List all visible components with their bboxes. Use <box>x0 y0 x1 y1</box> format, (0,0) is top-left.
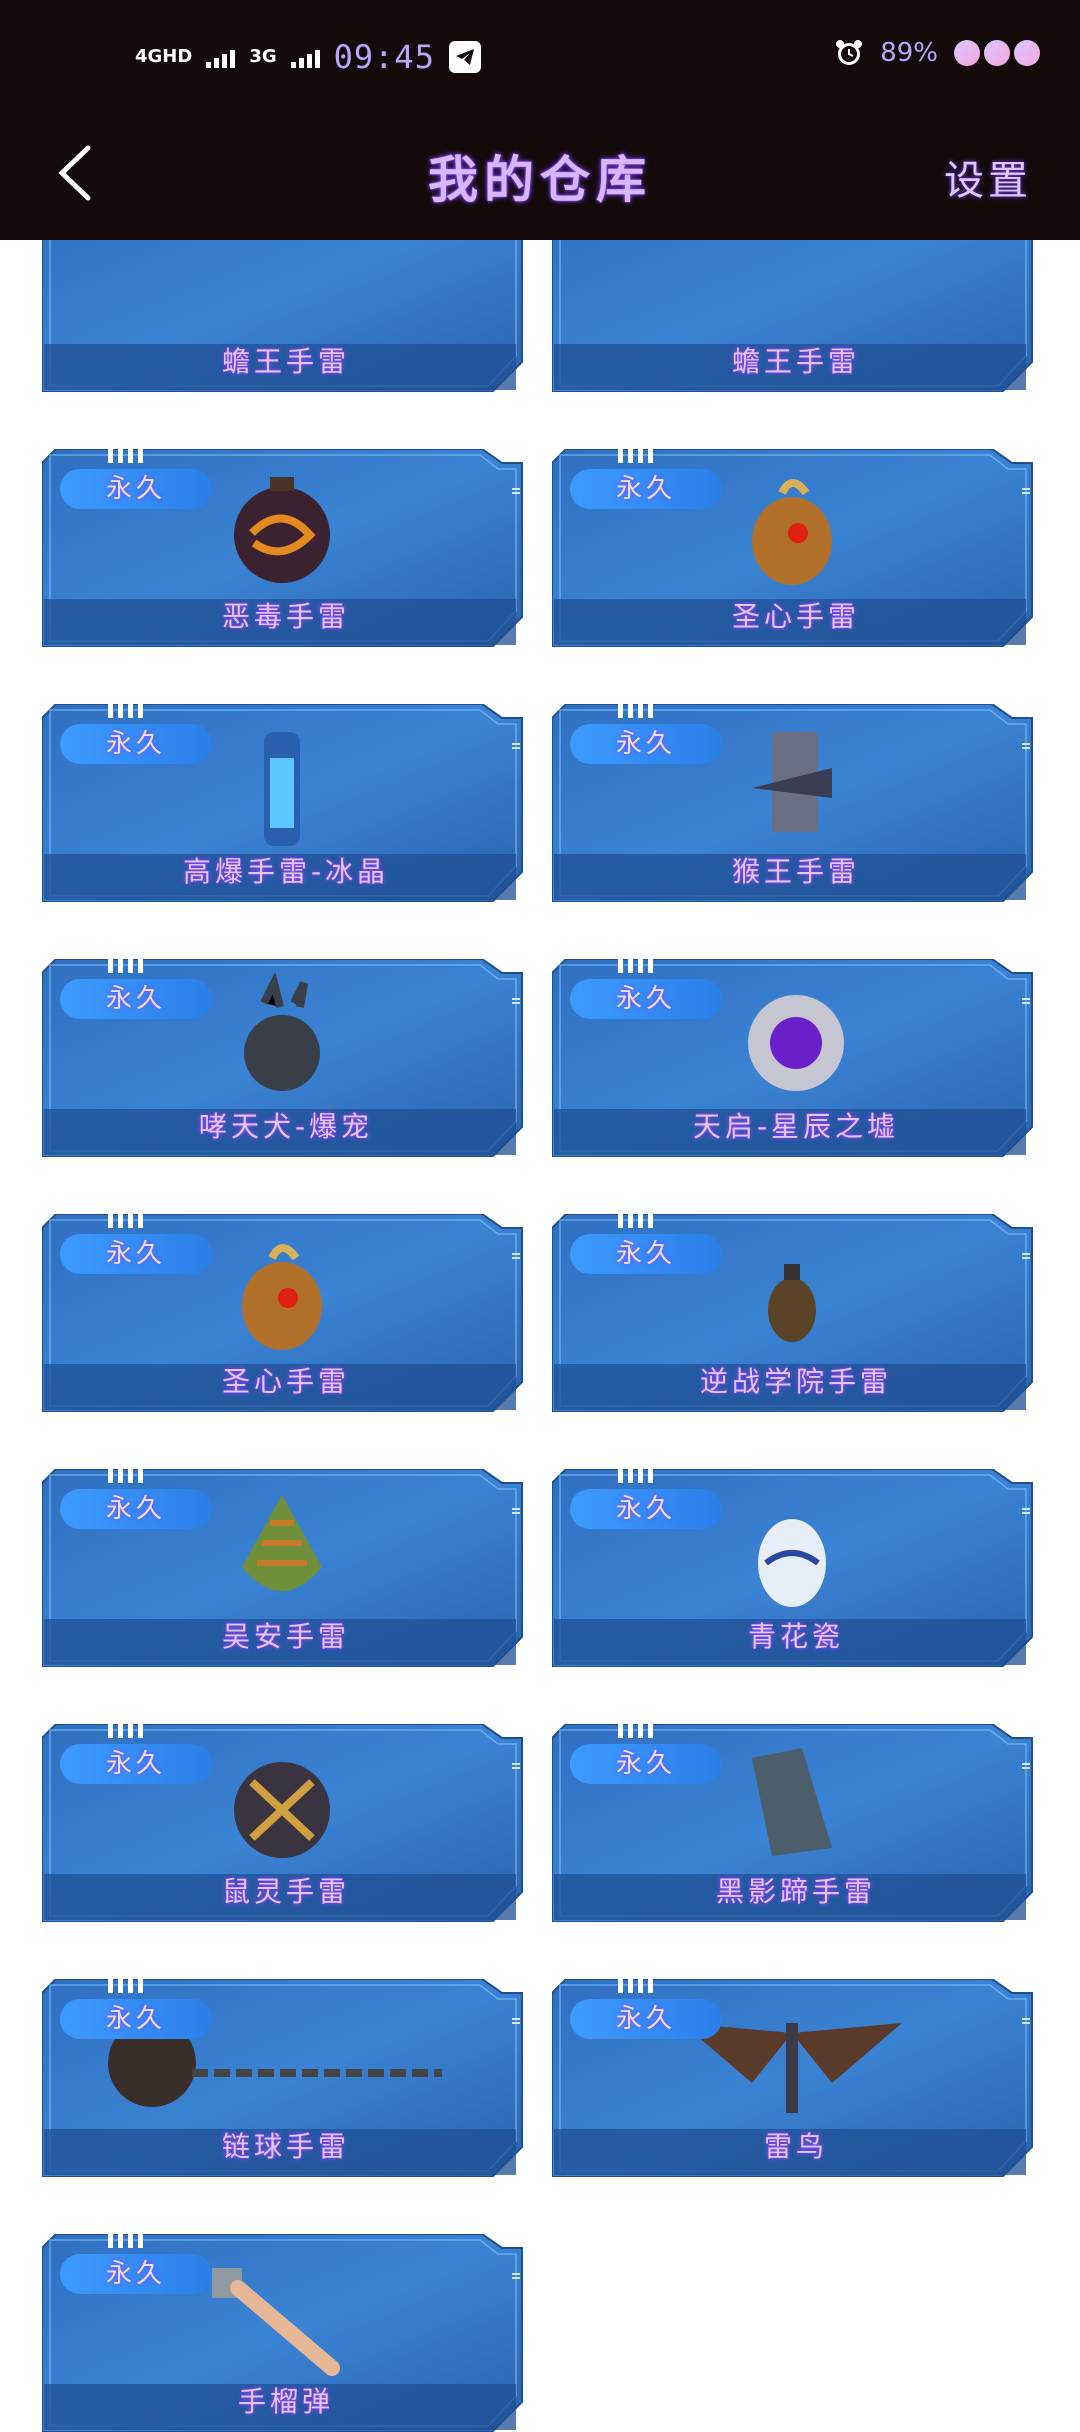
item-name: 蟾王手雷 <box>221 345 350 378</box>
item-name: 哮天犬-爆宠 <box>198 1110 374 1143</box>
card-stripes <box>108 1469 143 1483</box>
item-name: 手榴弹 <box>237 2385 334 2418</box>
card-stripes <box>108 1724 143 1738</box>
inventory-item-card[interactable]: 永久青花瓷 <box>552 1469 1040 1667</box>
card-stripes <box>618 704 653 718</box>
item-name: 恶毒手雷 <box>221 600 350 633</box>
duration-tag: 永久 <box>60 469 212 509</box>
item-name: 圣心手雷 <box>731 600 860 633</box>
item-name: 鼠灵手雷 <box>221 1875 350 1908</box>
duration-tag: 永久 <box>60 1234 212 1274</box>
inventory-item-card[interactable]: 永久天启-星辰之墟 <box>552 959 1040 1157</box>
item-name: 圣心手雷 <box>221 1365 350 1398</box>
settings-button[interactable]: 设置 <box>944 148 1032 206</box>
network-3g-label: 3G <box>249 46 277 67</box>
item-name: 蟾王手雷 <box>731 345 860 378</box>
item-name: 高爆手雷-冰晶 <box>182 855 390 888</box>
card-stripes <box>108 959 143 973</box>
inventory-item-card[interactable]: 永久逆战学院手雷 <box>552 1214 1040 1412</box>
card-stripes <box>618 1214 653 1228</box>
duration-tag: 永久 <box>60 724 212 764</box>
inventory-item-card[interactable]: 永久哮天犬-爆宠 <box>42 959 530 1157</box>
inventory-item-card[interactable]: 永久恶毒手雷 <box>42 449 530 647</box>
item-name: 猴王手雷 <box>731 855 860 888</box>
network-4g-label: 4GHD <box>135 46 193 67</box>
inventory-item-card[interactable]: 永久猴王手雷 <box>552 704 1040 902</box>
status-left: 4GHD 3G 09:45 <box>135 38 481 76</box>
inventory-item-card[interactable]: 永久吴安手雷 <box>42 1469 530 1667</box>
alarm-icon <box>836 40 863 65</box>
card-stripes <box>618 959 653 973</box>
card-stripes <box>108 704 143 718</box>
duration-tag: 永久 <box>570 469 722 509</box>
item-name: 雷鸟 <box>763 2130 828 2163</box>
card-stripes <box>108 1979 143 1993</box>
duration-tag: 永久 <box>570 1744 722 1784</box>
signal-icon <box>206 46 236 68</box>
item-name: 黑影蹄手雷 <box>715 1875 876 1908</box>
battery-icon <box>954 40 1040 66</box>
card-stripes <box>618 449 653 463</box>
battery-percent: 89% <box>880 38 938 68</box>
card-stripes <box>618 1469 653 1483</box>
item-name: 吴安手雷 <box>221 1620 350 1653</box>
duration-tag: 永久 <box>570 979 722 1019</box>
card-stripes <box>618 1979 653 1993</box>
duration-tag: 永久 <box>60 1744 212 1784</box>
item-name: 天启-星辰之墟 <box>692 1110 900 1143</box>
inventory-item-card[interactable]: 永久圣心手雷 <box>552 449 1040 647</box>
duration-tag: 永久 <box>60 1489 212 1529</box>
signal-icon-2 <box>290 46 320 68</box>
inventory-item-card[interactable]: 永久鼠灵手雷 <box>42 1724 530 1922</box>
inventory-item-card[interactable]: 永久手榴弹 <box>42 2234 530 2432</box>
page-title: 我的仓库 <box>428 151 652 209</box>
telegram-icon <box>448 41 481 73</box>
card-stripes <box>108 1214 143 1228</box>
duration-tag: 永久 <box>570 724 722 764</box>
duration-tag: 永久 <box>60 2254 212 2294</box>
status-right: 89% <box>834 38 1040 68</box>
inventory-item-card[interactable]: 永久雷鸟 <box>552 1979 1040 2177</box>
duration-tag: 永久 <box>570 1999 722 2039</box>
inventory-item-card[interactable]: 永久高爆手雷-冰晶 <box>42 704 530 902</box>
item-name: 青花瓷 <box>747 1620 844 1653</box>
duration-tag: 永久 <box>570 1489 722 1529</box>
inventory-item-card[interactable]: 永久黑影蹄手雷 <box>552 1724 1040 1922</box>
status-bar: 4GHD 3G 09:45 89% <box>0 0 1080 110</box>
app-header: 我的仓库 设置 <box>0 110 1080 240</box>
duration-tag: 永久 <box>60 979 212 1019</box>
duration-tag: 永久 <box>60 1999 212 2039</box>
duration-tag: 永久 <box>570 1234 722 1274</box>
card-stripes <box>618 1724 653 1738</box>
item-name: 链球手雷 <box>221 2130 350 2163</box>
card-stripes <box>108 449 143 463</box>
card-stripes <box>108 2234 143 2248</box>
item-name: 逆战学院手雷 <box>699 1365 892 1398</box>
inventory-item-card[interactable]: 永久圣心手雷 <box>42 1214 530 1412</box>
inventory-item-card[interactable]: 永久链球手雷 <box>42 1979 530 2177</box>
clock-time: 09:45 <box>333 38 435 76</box>
